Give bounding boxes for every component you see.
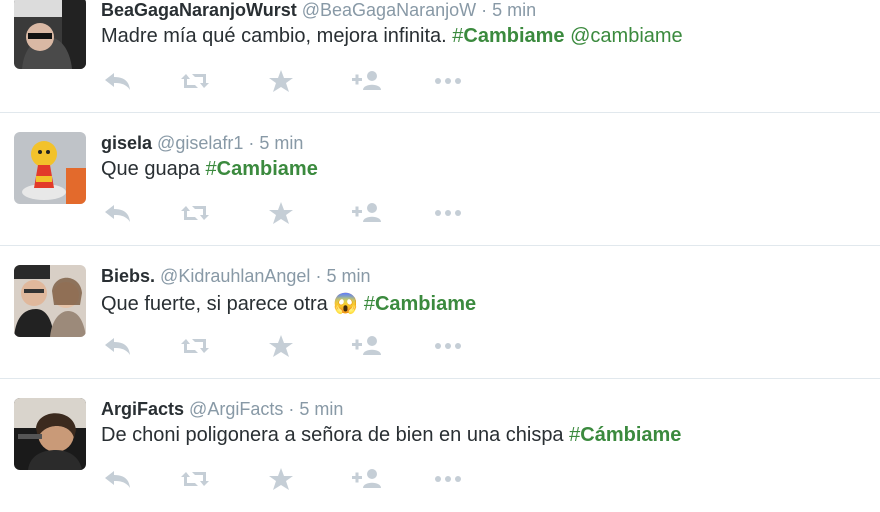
reply-icon[interactable] bbox=[101, 68, 135, 94]
tweet-body: Que guapa bbox=[101, 158, 200, 180]
tweet-body: Que fuerte, si parece otra bbox=[101, 293, 328, 315]
reply-icon[interactable] bbox=[101, 466, 135, 492]
hashtag-symbol: # bbox=[569, 424, 581, 446]
follow-icon[interactable] bbox=[350, 68, 384, 94]
more-icon[interactable] bbox=[431, 200, 465, 226]
follow-icon[interactable] bbox=[350, 200, 384, 226]
mention-link[interactable]: @cambiame bbox=[570, 25, 683, 47]
user-handle[interactable]: @KidrauhlanAngel bbox=[160, 266, 310, 286]
tweet: Biebs. @KidrauhlanAngel · 5 min Que fuer… bbox=[0, 246, 880, 379]
timestamp[interactable]: 5 min bbox=[259, 133, 303, 153]
tweet: ArgiFacts @ArgiFacts · 5 min De choni po… bbox=[0, 379, 880, 512]
separator: · bbox=[481, 0, 488, 20]
hashtag-link[interactable]: #Cambiame bbox=[364, 293, 476, 315]
user-handle[interactable]: @BeaGagaNaranjoW bbox=[302, 0, 476, 20]
tweet-header: BeaGagaNaranjoWurst @BeaGagaNaranjoW · 5… bbox=[101, 0, 536, 21]
retweet-icon[interactable] bbox=[178, 68, 212, 94]
user-handle[interactable]: @ArgiFacts bbox=[189, 399, 283, 419]
tweet-text: Que guapa #Cambiame bbox=[101, 158, 318, 181]
favorite-icon[interactable] bbox=[264, 68, 298, 94]
separator: · bbox=[315, 266, 322, 286]
hashtag-link[interactable]: #Cambiame bbox=[452, 25, 564, 47]
tweet-actions bbox=[101, 200, 481, 226]
scream-emoji: 😱 bbox=[333, 293, 359, 315]
hashtag-word: Cambiame bbox=[374, 293, 477, 315]
tweet-body: De choni poligonera a señora de bien en … bbox=[101, 424, 564, 446]
retweet-icon[interactable] bbox=[178, 333, 212, 359]
user-name[interactable]: Biebs. bbox=[101, 266, 155, 286]
more-icon[interactable] bbox=[431, 68, 465, 94]
favorite-icon[interactable] bbox=[264, 200, 298, 226]
reply-icon[interactable] bbox=[101, 333, 135, 359]
avatar[interactable] bbox=[14, 398, 86, 470]
tweet-header: ArgiFacts @ArgiFacts · 5 min bbox=[101, 399, 343, 420]
tweet-actions bbox=[101, 466, 481, 492]
hashtag-link[interactable]: #Cambiame bbox=[206, 158, 318, 180]
hashtag-link[interactable]: #Cámbiame bbox=[569, 424, 681, 446]
separator: · bbox=[288, 399, 295, 419]
hashtag-symbol: # bbox=[205, 158, 217, 180]
hashtag-word: Cambiame bbox=[216, 158, 318, 180]
hashtag-symbol: # bbox=[452, 25, 464, 47]
tweet-text: De choni poligonera a señora de bien en … bbox=[101, 424, 681, 447]
user-name[interactable]: BeaGagaNaranjoWurst bbox=[101, 0, 297, 20]
retweet-icon[interactable] bbox=[178, 466, 212, 492]
avatar[interactable] bbox=[14, 265, 86, 337]
hashtag-symbol: # bbox=[363, 293, 375, 315]
more-icon[interactable] bbox=[431, 333, 465, 359]
user-name[interactable]: gisela bbox=[101, 133, 152, 153]
hashtag-word: Cámbiame bbox=[580, 424, 682, 446]
tweet-header: gisela @giselafr1 · 5 min bbox=[101, 133, 303, 154]
more-icon[interactable] bbox=[431, 466, 465, 492]
tweet-text: Que fuerte, si parece otra 😱 #Cambiame bbox=[101, 291, 476, 316]
separator: · bbox=[248, 133, 255, 153]
timestamp[interactable]: 5 min bbox=[326, 266, 370, 286]
follow-icon[interactable] bbox=[350, 466, 384, 492]
follow-icon[interactable] bbox=[350, 333, 384, 359]
avatar[interactable] bbox=[14, 132, 86, 204]
tweet: BeaGagaNaranjoWurst @BeaGagaNaranjoW · 5… bbox=[0, 0, 880, 113]
timestamp[interactable]: 5 min bbox=[492, 0, 536, 20]
timestamp[interactable]: 5 min bbox=[299, 399, 343, 419]
tweet-body: Madre mía qué cambio, mejora infinita. bbox=[101, 25, 447, 47]
favorite-icon[interactable] bbox=[264, 466, 298, 492]
tweet-actions bbox=[101, 333, 481, 359]
hashtag-word: Cambiame bbox=[463, 25, 565, 47]
user-name[interactable]: ArgiFacts bbox=[101, 399, 184, 419]
tweet: gisela @giselafr1 · 5 min Que guapa #Cam… bbox=[0, 113, 880, 246]
favorite-icon[interactable] bbox=[264, 333, 298, 359]
reply-icon[interactable] bbox=[101, 200, 135, 226]
tweet-actions bbox=[101, 68, 481, 94]
avatar[interactable] bbox=[14, 0, 86, 69]
tweet-text: Madre mía qué cambio, mejora infinita. #… bbox=[101, 25, 683, 48]
tweet-header: Biebs. @KidrauhlanAngel · 5 min bbox=[101, 266, 370, 287]
retweet-icon[interactable] bbox=[178, 200, 212, 226]
user-handle[interactable]: @giselafr1 bbox=[157, 133, 243, 153]
